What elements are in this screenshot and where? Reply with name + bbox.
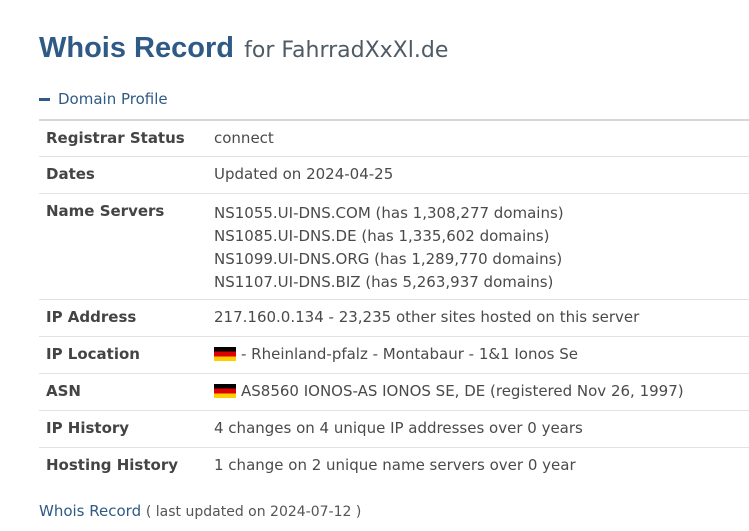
row-label: IP Address bbox=[46, 308, 137, 326]
table-row-ip-location: IP Location - Rheinland-pfalz - Montabau… bbox=[39, 337, 749, 374]
table-row-ip-history: IP History 4 changes on 4 unique IP addr… bbox=[39, 411, 749, 448]
table-row-name-servers: Name Servers NS1055.UI-DNS.COM (has 1,30… bbox=[39, 194, 749, 300]
row-label: Registrar Status bbox=[46, 129, 185, 147]
row-label: Hosting History bbox=[46, 456, 179, 474]
row-label: Name Servers bbox=[46, 202, 165, 220]
minus-icon bbox=[39, 97, 50, 101]
row-label: Dates bbox=[46, 165, 95, 183]
asn-value: AS8560 IONOS-AS IONOS SE, DE (registered… bbox=[214, 374, 749, 410]
page-title-domain: for FahrradXxXl.de bbox=[244, 38, 449, 63]
row-label: IP Location bbox=[46, 345, 140, 363]
registrar-status-value: connect bbox=[214, 129, 274, 147]
domain-profile-table: Registrar Status connect Dates Updated o… bbox=[39, 119, 749, 484]
table-row-asn: ASN AS8560 IONOS-AS IONOS SE, DE (regist… bbox=[39, 374, 749, 411]
germany-flag-icon bbox=[214, 347, 236, 361]
germany-flag-icon bbox=[214, 384, 236, 398]
page-title: Whois Record for FahrradXxXl.de bbox=[39, 26, 448, 71]
name-server-item: NS1085.UI-DNS.DE (has 1,335,602 domains) bbox=[214, 227, 550, 245]
domain-profile-toggle[interactable]: Domain Profile bbox=[39, 90, 168, 108]
name-servers-list: NS1055.UI-DNS.COM (has 1,308,277 domains… bbox=[214, 194, 749, 299]
section-label: Domain Profile bbox=[58, 90, 168, 108]
table-row-hosting-history: Hosting History 1 change on 2 unique nam… bbox=[39, 448, 749, 484]
ip-location-text: - Rheinland-pfalz - Montabaur - 1&1 Iono… bbox=[241, 345, 579, 363]
row-label: ASN bbox=[46, 382, 81, 400]
hosting-history-value: 1 change on 2 unique name servers over 0… bbox=[214, 456, 576, 474]
dates-value: Updated on 2024-04-25 bbox=[214, 165, 394, 183]
ip-history-value: 4 changes on 4 unique IP addresses over … bbox=[214, 419, 583, 437]
page-title-main: Whois Record bbox=[39, 32, 234, 64]
ip-address-value: 217.160.0.134 - 23,235 other sites hoste… bbox=[214, 308, 640, 326]
name-server-item: NS1099.UI-DNS.ORG (has 1,289,770 domains… bbox=[214, 250, 563, 268]
table-row-ip-address: IP Address 217.160.0.134 - 23,235 other … bbox=[39, 300, 749, 337]
last-updated-text: ( last updated on 2024-07-12 ) bbox=[145, 504, 362, 520]
name-server-item: NS1055.UI-DNS.COM (has 1,308,277 domains… bbox=[214, 204, 564, 222]
whois-record-footer: Whois Record ( last updated on 2024-07-1… bbox=[39, 502, 361, 520]
row-label: IP History bbox=[46, 419, 130, 437]
whois-record-link[interactable]: Whois Record bbox=[39, 502, 141, 520]
table-row-dates: Dates Updated on 2024-04-25 bbox=[39, 157, 749, 194]
ip-location-value: - Rheinland-pfalz - Montabaur - 1&1 Iono… bbox=[214, 337, 749, 373]
table-row-registrar-status: Registrar Status connect bbox=[39, 121, 749, 157]
asn-text: AS8560 IONOS-AS IONOS SE, DE (registered… bbox=[241, 382, 684, 400]
name-server-item: NS1107.UI-DNS.BIZ (has 5,263,937 domains… bbox=[214, 273, 554, 291]
